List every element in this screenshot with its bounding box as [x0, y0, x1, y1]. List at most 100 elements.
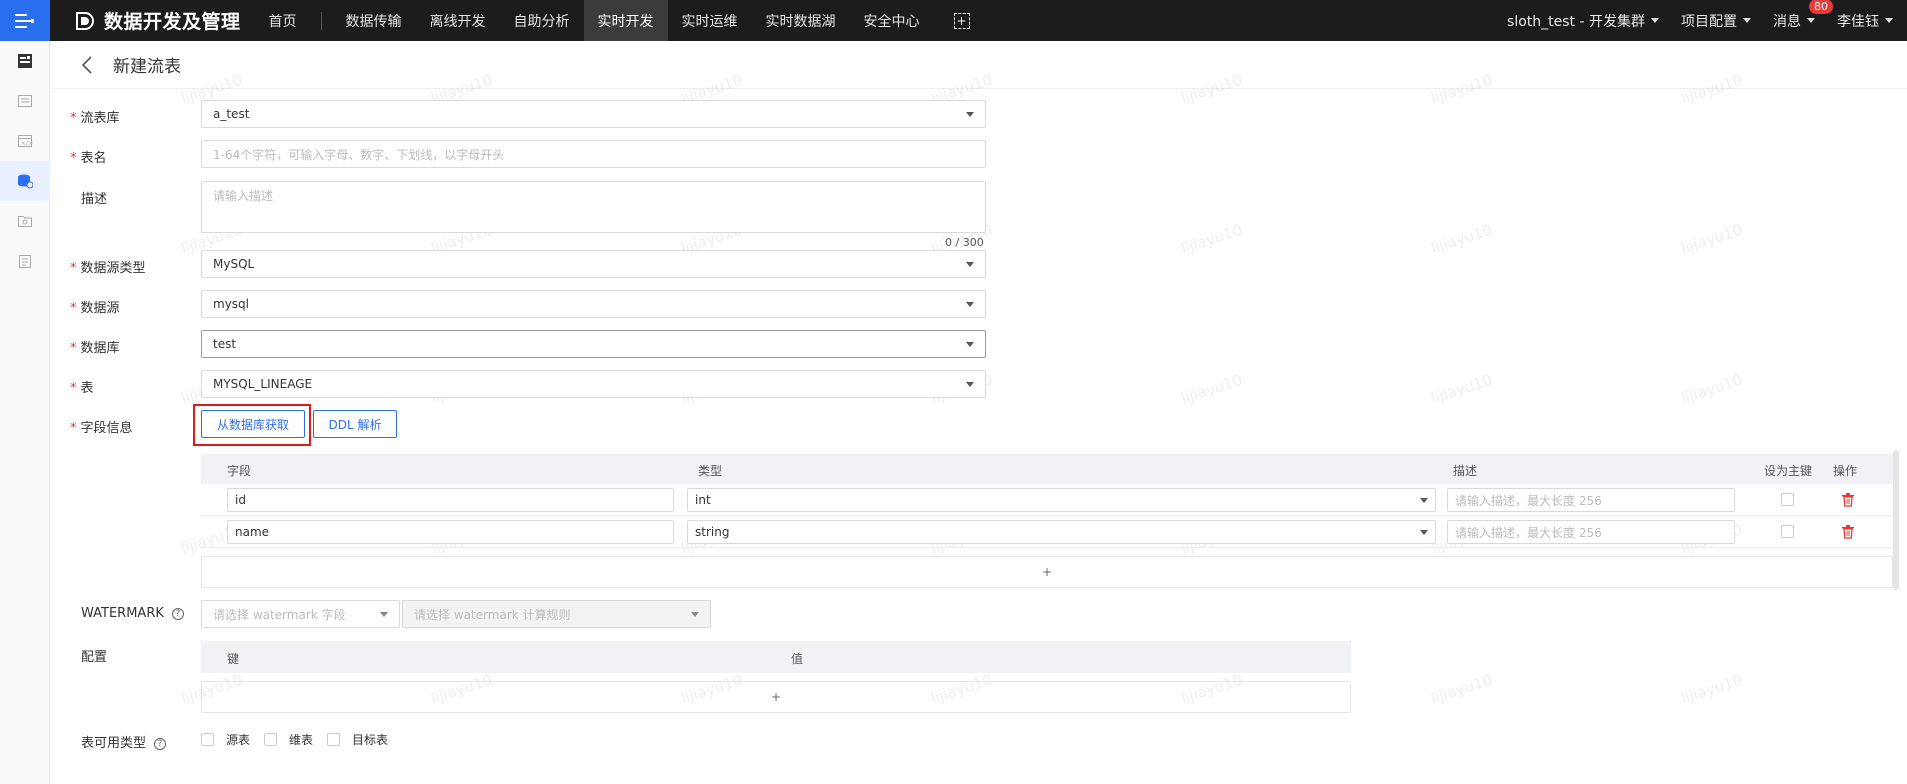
messages-menu[interactable]: 消息 80 — [1773, 0, 1833, 31]
datasource-type-select[interactable]: MySQL — [201, 250, 986, 278]
description-counter: 0 / 300 — [945, 236, 984, 249]
database-select[interactable]: test — [201, 330, 986, 358]
field-name-input[interactable]: id — [227, 488, 674, 512]
chevron-down-icon — [691, 611, 699, 617]
chevron-down-icon — [380, 611, 388, 617]
cluster-label: sloth_test - 开发集群 — [1507, 13, 1645, 30]
watermark-field-select[interactable]: 请选择 watermark 字段 — [201, 600, 400, 628]
chevron-down-icon — [1807, 18, 1815, 23]
table-row: name string 请输入描述，最大长度 256 — [201, 516, 1893, 548]
sidebar-item-docs[interactable] — [0, 241, 50, 281]
checkbox[interactable] — [201, 733, 214, 746]
nav-home[interactable]: 首页 — [255, 0, 311, 41]
watermark-text: lijiayu10 — [1428, 670, 1495, 708]
code-window-icon: </> — [18, 135, 33, 147]
fetch-from-database-button[interactable]: 从数据库获取 — [201, 410, 305, 438]
datasource-type-value: MySQL — [213, 257, 255, 271]
watermark-label: WATERMARK? — [81, 606, 184, 621]
menu-icon[interactable] — [0, 0, 50, 41]
datasource-select[interactable]: mysql — [201, 290, 986, 318]
add-field-row-button[interactable]: + — [201, 556, 1893, 588]
watermark-text: lijiayu10 — [1678, 370, 1745, 408]
brand-logo-icon — [76, 11, 94, 30]
table-name-label: * 表名 — [70, 151, 107, 166]
clipboard-icon — [19, 255, 31, 268]
add-config-row-button[interactable]: + — [201, 681, 1351, 713]
add-tab-icon[interactable]: + — [953, 12, 970, 29]
top-bar: 数据开发及管理 首页 数据传输 离线开发 自助分析 实时开发 实时运维 实时数据… — [0, 0, 1907, 41]
table-select[interactable]: MYSQL_LINEAGE — [201, 370, 986, 398]
left-sidebar: </> — [0, 41, 50, 784]
column-header-description: 描述 — [1453, 464, 1478, 478]
primary-key-checkbox[interactable] — [1781, 493, 1794, 506]
sidebar-item-code[interactable]: </> — [0, 121, 50, 161]
watermark-text: lijiayu10 — [1178, 220, 1245, 258]
messages-label: 消息 — [1773, 13, 1801, 30]
usage-option-source[interactable]: 源表 — [201, 731, 250, 748]
library-label: * 流表库 — [70, 111, 120, 126]
database-value: test — [213, 337, 237, 351]
help-icon[interactable]: ? — [171, 607, 184, 620]
watermark-text: lijiayu10 — [1678, 220, 1745, 258]
nav-realtime-ops[interactable]: 实时运维 — [668, 0, 752, 41]
config-table-header: 键 值 — [201, 641, 1351, 673]
chevron-down-icon — [1743, 18, 1751, 23]
back-arrow-icon[interactable] — [67, 41, 107, 89]
usage-option-dimension[interactable]: 维表 — [264, 731, 313, 748]
nav-realtime-dev[interactable]: 实时开发 — [583, 0, 668, 41]
config-label: 配置 — [81, 650, 108, 665]
nav-data-transfer[interactable]: 数据传输 — [332, 0, 416, 41]
chevron-down-icon — [966, 111, 974, 117]
sidebar-item-dashboard[interactable] — [0, 41, 50, 81]
primary-key-checkbox[interactable] — [1781, 525, 1794, 538]
nav-security-center[interactable]: 安全中心 — [850, 0, 934, 41]
project-config-label: 项目配置 — [1681, 13, 1737, 30]
column-header-type: 类型 — [698, 464, 723, 478]
user-menu[interactable]: 李佳钰 — [1837, 11, 1893, 31]
page-title: 新建流表 — [113, 57, 181, 77]
datasource-label: * 数据源 — [70, 301, 120, 316]
chevron-down-icon — [1651, 18, 1659, 23]
table-name-input[interactable]: 1-64个字符，可输入字母、数字、下划线，以字母开头 — [201, 140, 986, 168]
project-config-menu[interactable]: 项目配置 — [1681, 11, 1751, 31]
sidebar-item-stream-tables[interactable] — [0, 161, 50, 201]
field-type-select[interactable]: int — [687, 488, 1436, 512]
page-header: 新建流表 — [51, 41, 1907, 89]
datasource-type-label: * 数据源类型 — [70, 261, 146, 276]
folder-icon — [18, 216, 32, 227]
description-placeholder: 请输入描述 — [213, 189, 274, 203]
svg-text:</>: </> — [21, 140, 33, 147]
cluster-selector[interactable]: sloth_test - 开发集群 — [1507, 11, 1659, 31]
checkbox[interactable] — [264, 733, 278, 746]
sidebar-item-resources[interactable] — [0, 201, 50, 241]
help-icon[interactable]: ? — [154, 737, 167, 750]
usage-option-target[interactable]: 目标表 — [327, 731, 388, 748]
column-header-field: 字段 — [227, 464, 252, 478]
field-description-input[interactable]: 请输入描述，最大长度 256 — [1447, 520, 1735, 544]
watermark-rule-select[interactable]: 请选择 watermark 计算规则 — [402, 600, 711, 628]
watermark-text: lijiayu10 — [1678, 670, 1745, 708]
list-icon — [18, 95, 32, 107]
nav-offline-dev[interactable]: 离线开发 — [416, 0, 500, 41]
description-textarea[interactable]: 请输入描述 — [201, 181, 986, 233]
field-name-input[interactable]: name — [227, 520, 674, 544]
watermark-text: lijiayu10 — [1428, 220, 1495, 258]
ddl-parse-button[interactable]: DDL 解析 — [313, 410, 397, 438]
delete-icon[interactable] — [1841, 492, 1855, 508]
fields-table-scrollbar[interactable] — [1893, 450, 1899, 590]
column-header-key: 键 — [227, 652, 240, 666]
nav-divider — [320, 11, 322, 30]
chevron-down-icon — [966, 341, 974, 347]
brand[interactable]: 数据开发及管理 — [50, 7, 255, 34]
delete-icon[interactable] — [1841, 524, 1855, 540]
library-select[interactable]: a_test — [201, 100, 986, 128]
field-type-select[interactable]: string — [687, 520, 1436, 544]
field-description-input[interactable]: 请输入描述，最大长度 256 — [1447, 488, 1735, 512]
checkbox[interactable] — [327, 733, 341, 746]
sidebar-item-list[interactable] — [0, 81, 50, 121]
table-row: id int 请输入描述，最大长度 256 — [201, 484, 1893, 516]
nav-realtime-lake[interactable]: 实时数据湖 — [752, 0, 850, 41]
nav-self-analysis[interactable]: 自助分析 — [500, 0, 584, 41]
watermark-text: lijiayu10 — [1428, 370, 1495, 408]
table-value: MYSQL_LINEAGE — [213, 377, 313, 391]
